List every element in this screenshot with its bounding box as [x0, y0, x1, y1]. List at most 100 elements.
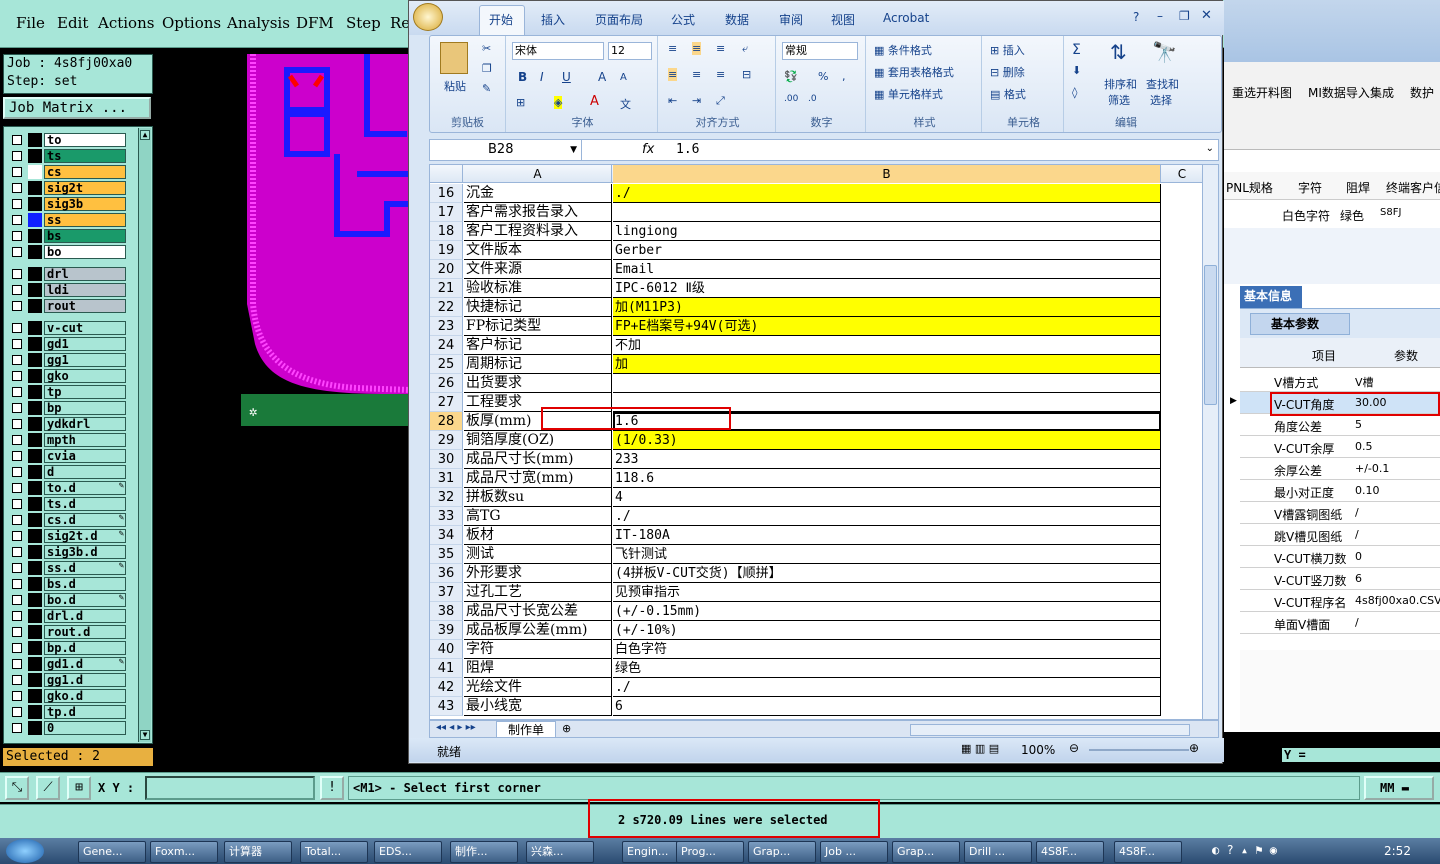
layer-checkbox[interactable] [12, 627, 22, 637]
layer-name[interactable]: tp.d [44, 705, 126, 719]
param-row[interactable]: 跳V槽见图纸 / [1240, 524, 1440, 546]
new-sheet-icon[interactable]: ⊕ [562, 722, 571, 735]
layer-color-swatch[interactable] [28, 321, 42, 335]
paste-button[interactable]: 粘贴 [444, 78, 466, 94]
cell-a[interactable]: 外形要求 [464, 564, 612, 583]
shrink-font-icon[interactable]: A [620, 72, 627, 83]
row-number[interactable]: 32 [430, 488, 463, 507]
tab-insert[interactable]: 插入 [541, 11, 565, 28]
param-row[interactable]: 单面V槽面 / [1240, 612, 1440, 634]
cell-a[interactable]: 周期标记 [464, 355, 612, 374]
layer-name[interactable]: gko.d [44, 689, 126, 703]
layer-name[interactable]: drl [44, 267, 126, 281]
row-number[interactable]: 19 [430, 241, 463, 260]
cell-b[interactable]: (+/-0.15mm) [613, 602, 1161, 621]
layer-color-swatch[interactable] [28, 267, 42, 281]
menu-file[interactable]: File [16, 14, 45, 32]
layer-name[interactable]: ss [44, 213, 126, 227]
vertical-scrollbar[interactable] [1202, 165, 1218, 719]
layer-checkbox[interactable] [12, 595, 22, 605]
column-a-header[interactable]: A [464, 165, 612, 183]
number-format-select[interactable]: 常规 [782, 42, 858, 60]
job-matrix-button[interactable]: Job Matrix ... [3, 97, 151, 119]
cell-b[interactable]: 233 [613, 450, 1161, 469]
xy-input[interactable] [145, 776, 315, 800]
layer-name[interactable]: ss.d [44, 561, 126, 575]
layer-name[interactable]: bp.d [44, 641, 126, 655]
layer-row[interactable]: rout.d [8, 625, 126, 639]
menu-dfm[interactable]: DFM [296, 14, 334, 32]
layer-name[interactable]: sig3b [44, 197, 126, 211]
fx-icon[interactable]: fx [642, 142, 654, 157]
cell-a[interactable]: FP标记类型 [464, 317, 612, 336]
expand-formula-icon[interactable]: ⌄ [1206, 143, 1214, 154]
taskbar-item[interactable]: Gene... [78, 841, 146, 863]
layer-checkbox[interactable] [12, 579, 22, 589]
layer-name[interactable]: v-cut [44, 321, 126, 335]
zoom-slider[interactable] [1089, 749, 1189, 751]
row-number[interactable]: 39 [430, 621, 463, 640]
layer-color-swatch[interactable] [28, 689, 42, 703]
layer-name[interactable]: sig2t [44, 181, 126, 195]
layer-name[interactable]: bo [44, 245, 126, 259]
menu-options[interactable]: Options [162, 14, 221, 32]
layer-color-swatch[interactable] [28, 149, 42, 163]
cell-b[interactable]: IPC-6012 Ⅱ级 [613, 279, 1161, 298]
tray-icons[interactable]: ◐ ? ▴ ⚑ ◉ [1212, 843, 1277, 857]
cell-b[interactable]: ./ [613, 678, 1161, 697]
param-value[interactable]: / [1355, 616, 1440, 629]
cell-b[interactable]: 加(M11P3) [613, 298, 1161, 317]
find-select-icon[interactable]: 🔭 [1152, 40, 1177, 64]
layer-checkbox[interactable] [12, 515, 22, 525]
layer-name[interactable]: gg1.d [44, 673, 126, 687]
zoom-fit-icon[interactable]: ⤡ [5, 776, 29, 800]
taskbar-item[interactable]: 制作... [450, 841, 518, 863]
cell-a[interactable]: 最小线宽 [464, 697, 612, 716]
tab-view[interactable]: 视图 [831, 11, 855, 28]
row-number[interactable]: 35 [430, 545, 463, 564]
tab-data[interactable]: 数据 [725, 11, 749, 28]
menu-analysis[interactable]: Analysis [227, 14, 290, 32]
layer-name[interactable]: bp [44, 401, 126, 415]
layer-name[interactable]: 0 [44, 721, 126, 735]
tab-review[interactable]: 审阅 [779, 11, 803, 28]
taskbar-item[interactable]: 4S8F... [1114, 841, 1182, 863]
cell-a[interactable]: 高TG [464, 507, 612, 526]
underline-icon[interactable]: U [562, 70, 571, 84]
layer-color-swatch[interactable] [28, 513, 42, 527]
layer-row[interactable]: drl.d [8, 609, 126, 623]
row-number[interactable]: 21 [430, 279, 463, 298]
layer-checkbox[interactable] [12, 387, 22, 397]
layer-checkbox[interactable] [12, 691, 22, 701]
layer-name[interactable]: cvia [44, 449, 126, 463]
row-number[interactable]: 16 [430, 184, 463, 203]
merge-icon[interactable]: ⊟ [742, 68, 751, 81]
align-right-icon[interactable]: ≡ [716, 68, 725, 81]
cell-a[interactable]: 成品尺寸长(mm) [464, 450, 612, 469]
layer-name[interactable]: cs [44, 165, 126, 179]
param-value[interactable]: 0 [1355, 550, 1440, 563]
border-icon[interactable]: ⊞ [516, 96, 525, 109]
layer-row[interactable]: sig3b [8, 197, 126, 211]
clear-icon[interactable]: ◊ [1072, 86, 1077, 99]
align-left-icon[interactable]: ≡ [668, 68, 678, 81]
insert-button[interactable]: ⊞ 插入 [990, 42, 1025, 58]
worksheet-grid[interactable]: A B C 16 沉金 ./17 客户需求报告录入 18 客户工程资料录入 lingiong… [429, 164, 1219, 720]
layer-row[interactable]: cs.d ✎ [8, 513, 126, 527]
cell-a[interactable]: 成品尺寸宽(mm) [464, 469, 612, 488]
layer-checkbox[interactable] [12, 167, 22, 177]
zoom-in-icon[interactable]: ⊕ [1189, 741, 1199, 755]
units-select[interactable]: MM ▬ [1364, 776, 1434, 800]
cell-a[interactable]: 光绘文件 [464, 678, 612, 697]
cell-b[interactable]: 加 [613, 355, 1161, 374]
decrease-decimal-icon[interactable]: .0 [808, 94, 817, 104]
cell-b[interactable]: (1/0.33) [613, 431, 1161, 450]
param-value[interactable]: 5 [1355, 418, 1440, 431]
zoom-out-icon[interactable]: ⊖ [1069, 741, 1079, 755]
comma-icon[interactable]: , [842, 70, 846, 83]
layer-checkbox[interactable] [12, 355, 22, 365]
layer-name[interactable]: rout.d [44, 625, 126, 639]
integrate-button[interactable]: 集成 [1370, 84, 1394, 101]
mi-import-button[interactable]: MI数据导入 [1308, 84, 1370, 101]
cell-b[interactable] [613, 374, 1161, 393]
